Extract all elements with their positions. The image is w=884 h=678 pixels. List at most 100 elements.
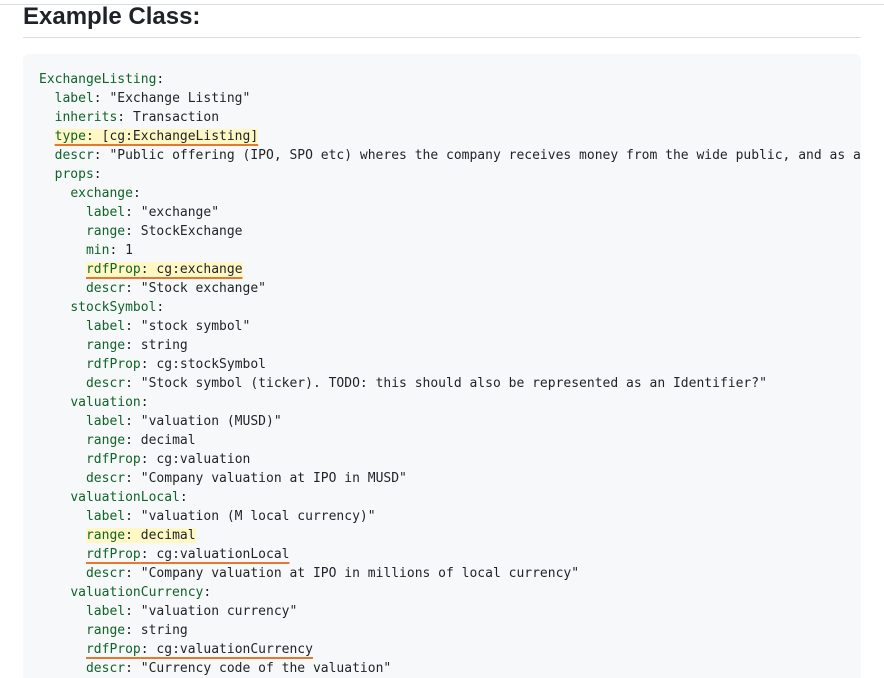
yaml-separator: : [125, 566, 141, 581]
code-statement: range: decimal [85, 528, 196, 543]
code-line: range: decimal [39, 431, 861, 450]
yaml-key: descr [85, 661, 126, 676]
code-content: ExchangeListing: label: "Exchange Listin… [39, 70, 861, 678]
yaml-separator: : [125, 281, 141, 296]
code-line: descr: "Public offering (IPO, SPO etc) w… [39, 146, 861, 165]
yaml-separator: : [125, 433, 141, 448]
yaml-value: StockExchange [140, 224, 243, 239]
code-statement: rdfProp: cg:valuationLocal [86, 547, 290, 562]
code-line: descr: "Stock symbol (ticker). TODO: thi… [39, 374, 861, 393]
code-line: descr: "Company valuation at IPO in MUSD… [39, 469, 861, 488]
yaml-separator: : [125, 528, 141, 543]
yaml-value: Transaction [132, 110, 220, 125]
yaml-key: range [85, 338, 126, 353]
yaml-separator: : [125, 205, 141, 220]
yaml-value: cg:stockSymbol [156, 357, 266, 372]
heading-divider [23, 37, 861, 38]
code-statement: descr: "Company valuation at IPO in MUSD… [86, 471, 407, 486]
yaml-key: rdfProp [85, 262, 141, 277]
yaml-separator: : [156, 300, 165, 315]
code-line: label: "valuation (MUSD)" [39, 412, 861, 431]
yaml-key: exchange [70, 186, 133, 201]
yaml-separator: : [125, 623, 141, 638]
yaml-key: valuation [70, 395, 141, 410]
yaml-value: "Currency code of the valuation" [140, 661, 392, 676]
code-statement: inherits: Transaction [55, 110, 219, 125]
yaml-key: descr [85, 376, 126, 391]
yaml-value: 1 [125, 243, 133, 258]
code-line: valuationCurrency: [39, 583, 861, 602]
yaml-key: type [54, 129, 86, 144]
yaml-key: rdfProp [85, 357, 141, 372]
code-statement: valuationCurrency: [70, 585, 211, 600]
yaml-value: string [140, 338, 188, 353]
yaml-separator: : [140, 395, 149, 410]
code-statement: range: decimal [86, 433, 196, 448]
yaml-key: label [85, 319, 126, 334]
yaml-separator: : [125, 376, 141, 391]
yaml-separator: : [109, 243, 126, 258]
code-statement: descr: "Public offering (IPO, SPO etc) w… [55, 148, 861, 163]
yaml-separator: : [140, 642, 157, 657]
yaml-separator: : [93, 91, 110, 106]
yaml-key: rdfProp [85, 452, 141, 467]
yaml-key: rdfProp [85, 642, 141, 657]
code-line: valuationLocal: [39, 488, 861, 507]
code-line: range: StockExchange [39, 222, 861, 241]
yaml-value: "exchange" [140, 205, 220, 220]
yaml-key: range [85, 224, 126, 239]
yaml-key: rdfProp [85, 547, 141, 562]
yaml-value: "valuation (MUSD)" [140, 414, 282, 429]
yaml-separator: : [140, 547, 157, 562]
code-line: min: 1 [39, 241, 861, 260]
yaml-key: props [54, 167, 94, 182]
yaml-value: "stock symbol" [140, 319, 251, 334]
yaml-value: string [140, 623, 188, 638]
yaml-value: "Stock symbol (ticker). TODO: this shoul… [140, 376, 767, 391]
yaml-value: "Company valuation at IPO in MUSD" [140, 471, 407, 486]
code-statement: props: [55, 167, 102, 182]
code-statement: descr: "Currency code of the valuation" [86, 661, 391, 676]
yaml-code-block[interactable]: ExchangeListing: label: "Exchange Listin… [23, 54, 861, 678]
code-statement: label: "exchange" [86, 205, 219, 220]
yaml-key: label [54, 91, 94, 106]
yaml-separator: : [156, 72, 165, 87]
code-statement: rdfProp: cg:stockSymbol [86, 357, 266, 372]
code-line: label: "exchange" [39, 203, 861, 222]
yaml-separator: : [132, 186, 141, 201]
yaml-value: [cg:ExchangeListing] [101, 129, 259, 144]
code-statement: rdfProp: cg:valuation [86, 452, 250, 467]
yaml-value: decimal [140, 433, 196, 448]
code-line: type: [cg:ExchangeListing] [39, 127, 861, 146]
code-statement: range: string [86, 338, 188, 353]
code-statement: range: string [86, 623, 188, 638]
code-statement: descr: "Stock symbol (ticker). TODO: thi… [86, 376, 767, 391]
code-statement: stockSymbol: [70, 300, 164, 315]
yaml-separator: : [93, 148, 110, 163]
code-statement: min: 1 [86, 243, 133, 258]
yaml-key: valuationLocal [70, 490, 180, 505]
yaml-value: cg:valuation [156, 452, 251, 467]
yaml-separator: : [140, 452, 157, 467]
yaml-key: range [85, 433, 126, 448]
yaml-value: "Company valuation at IPO in millions of… [140, 566, 580, 581]
yaml-separator: : [93, 167, 102, 182]
yaml-key: min [85, 243, 110, 258]
code-line: props: [39, 165, 861, 184]
code-line: range: decimal [39, 526, 861, 545]
code-line: valuation: [39, 393, 861, 412]
code-statement: exchange: [70, 186, 140, 201]
yaml-value: "Public offering (IPO, SPO etc) wheres t… [109, 148, 861, 163]
yaml-key: label [85, 604, 126, 619]
code-line: descr: "Currency code of the valuation" [39, 659, 861, 678]
yaml-key: stockSymbol [70, 300, 157, 315]
code-line: inherits: Transaction [39, 108, 861, 127]
code-line: label: "stock symbol" [39, 317, 861, 336]
yaml-key: descr [85, 471, 126, 486]
yaml-value: "valuation (M local currency)" [140, 509, 376, 524]
yaml-key: valuationCurrency [70, 585, 204, 600]
yaml-separator: : [117, 110, 133, 125]
code-line: label: "valuation (M local currency)" [39, 507, 861, 526]
yaml-separator: : [140, 262, 157, 277]
yaml-value: cg:valuationLocal [156, 547, 290, 562]
